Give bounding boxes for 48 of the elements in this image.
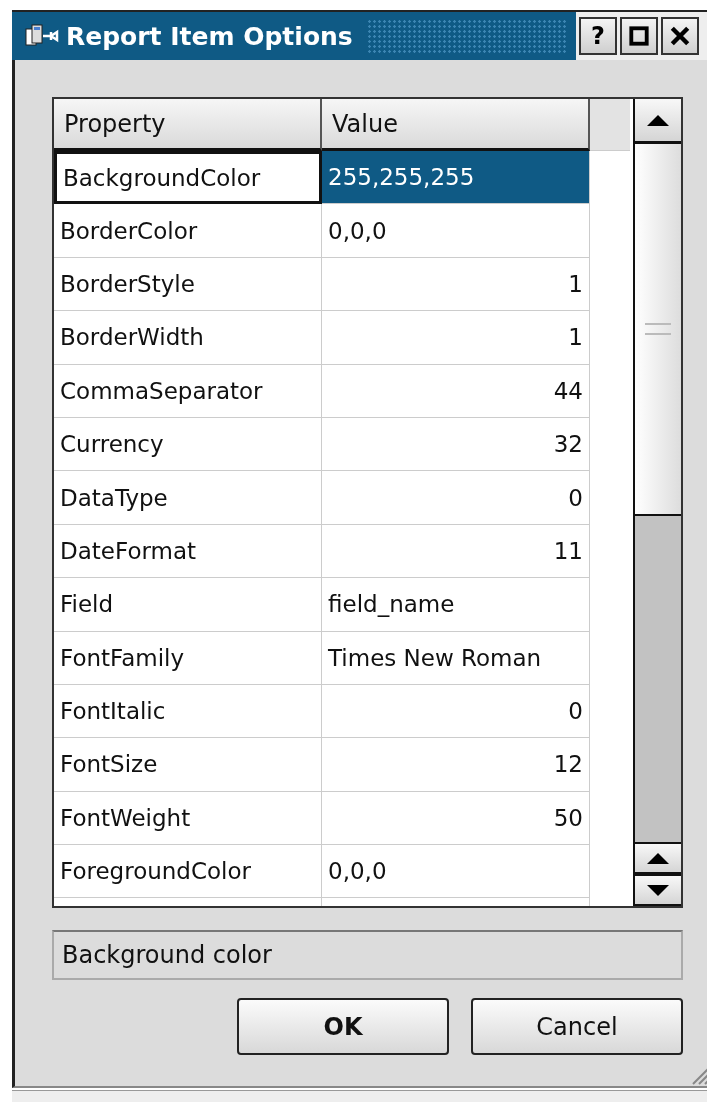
property-cell[interactable]: BorderColor xyxy=(54,204,322,258)
value-cell[interactable]: 11 xyxy=(322,524,590,579)
value-cell[interactable]: 32 xyxy=(322,417,590,472)
vertical-scrollbar[interactable] xyxy=(633,99,681,906)
value-cell[interactable]: 44 xyxy=(322,364,590,418)
property-cell[interactable]: Currency xyxy=(54,417,322,472)
scroll-up-button[interactable] xyxy=(635,842,681,874)
value-cell[interactable]: 1 xyxy=(322,257,590,312)
property-cell[interactable]: FontWeight xyxy=(54,791,322,846)
property-cell[interactable]: Field xyxy=(54,578,322,632)
scroll-down-button[interactable] xyxy=(635,874,681,906)
property-cell[interactable]: FontSize xyxy=(54,738,322,792)
description-field: Background color xyxy=(52,930,683,980)
property-cell[interactable]: BorderWidth xyxy=(54,311,322,365)
property-cell[interactable]: CommaSeparator xyxy=(54,364,322,418)
maximize-button[interactable] xyxy=(620,17,658,55)
value-cell[interactable]: 50 xyxy=(322,791,590,846)
ok-button[interactable]: OK xyxy=(237,998,449,1055)
header-corner xyxy=(590,99,630,151)
maximize-icon xyxy=(628,25,650,47)
property-cell[interactable]: FontItalic xyxy=(54,684,322,739)
close-icon xyxy=(669,25,691,47)
value-cell[interactable]: field_name xyxy=(322,578,590,632)
close-button[interactable] xyxy=(661,17,699,55)
cancel-button[interactable]: Cancel xyxy=(471,998,683,1055)
value-cell[interactable]: 0,0,0 xyxy=(322,845,590,899)
scroll-up-button[interactable] xyxy=(635,99,681,144)
scrollbar-thumb[interactable] xyxy=(635,144,681,516)
up-arrow-icon xyxy=(647,852,669,864)
value-cell[interactable]: 12 xyxy=(322,738,590,792)
value-cell[interactable]: Times New Roman xyxy=(322,631,590,685)
up-arrow-icon xyxy=(647,114,669,126)
property-cell[interactable]: BackgroundColor xyxy=(54,151,322,205)
value-cell[interactable]: 255,255,255 xyxy=(322,151,590,205)
property-cell[interactable]: FontFamily xyxy=(54,631,322,685)
property-cell[interactable]: DateFormat xyxy=(54,524,322,579)
column-header[interactable]: Value xyxy=(322,99,590,151)
value-cell[interactable]: 0 xyxy=(322,684,590,739)
property-cell[interactable]: BorderStyle xyxy=(54,257,322,312)
help-button[interactable]: ? xyxy=(579,17,617,55)
window-title: Report Item Options xyxy=(66,21,353,51)
value-cell[interactable]: 1 xyxy=(322,311,590,365)
property-cell[interactable]: ForegroundColor xyxy=(54,845,322,899)
value-cell[interactable]: 0,0,0 xyxy=(322,204,590,258)
column-header[interactable]: Property xyxy=(54,99,322,151)
down-arrow-icon xyxy=(647,884,669,896)
property-cell[interactable]: DataType xyxy=(54,471,322,525)
value-cell[interactable]: 0 xyxy=(322,471,590,525)
